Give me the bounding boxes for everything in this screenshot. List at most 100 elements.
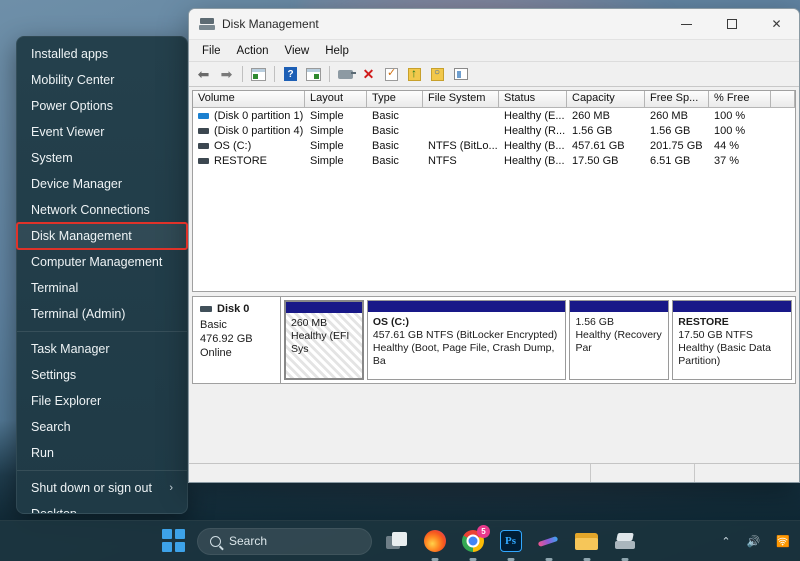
cell-layout: Simple <box>310 109 344 122</box>
cell-status: Healthy (R... <box>504 124 566 137</box>
cell-capacity: 260 MB <box>572 109 610 122</box>
winx-item-desktop[interactable]: Desktop <box>17 501 187 513</box>
menu-view[interactable]: View <box>277 43 318 59</box>
partition-block-restore[interactable]: RESTORE 17.50 GB NTFS Healthy (Basic Dat… <box>672 300 792 380</box>
up-one-level-button[interactable] <box>248 64 269 85</box>
winx-label: Shut down or sign out <box>31 481 152 495</box>
winx-item-search[interactable]: Search <box>17 414 187 440</box>
forward-button[interactable]: ➡ <box>216 64 237 85</box>
menu-action[interactable]: Action <box>229 43 277 59</box>
partition-block-os-c[interactable]: OS (C:) 457.61 GB NTFS (BitLocker Encryp… <box>366 300 567 380</box>
network-icon[interactable]: 🛜 <box>776 535 790 548</box>
winx-item-event-viewer[interactable]: Event Viewer <box>17 119 187 145</box>
taskbar-app-photoshop[interactable]: Ps <box>497 528 524 561</box>
volume-icon <box>198 127 209 134</box>
volume-icon <box>198 157 209 164</box>
properties-button[interactable] <box>381 64 402 85</box>
partition-color-bar <box>570 301 669 312</box>
chevron-right-icon: › <box>169 482 173 494</box>
partition-status: Healthy (Recovery Par <box>575 329 662 354</box>
winx-item-disk-management[interactable]: Disk Management <box>17 223 187 249</box>
close-button[interactable]: ✕ <box>754 9 799 40</box>
partition-status: Healthy (Boot, Page File, Crash Dump, Ba <box>372 342 555 367</box>
cell-capacity: 457.61 GB <box>572 139 625 152</box>
help-button[interactable]: ? <box>280 64 301 85</box>
column-header-capacity[interactable]: Capacity <box>567 91 645 108</box>
taskbar-app-chrome[interactable]: 5 <box>459 524 490 561</box>
taskbar-app-disk-management[interactable] <box>611 528 638 561</box>
show-details-button[interactable] <box>450 64 471 85</box>
winx-item-terminal[interactable]: Terminal <box>17 275 187 301</box>
winx-item-network-connections[interactable]: Network Connections <box>17 197 187 223</box>
properties-check-icon <box>385 66 398 81</box>
minimize-button[interactable] <box>664 9 709 40</box>
taskbar-search[interactable]: Search <box>197 527 372 555</box>
task-view-button[interactable] <box>383 528 410 555</box>
column-header-status[interactable]: Status <box>499 91 567 108</box>
column-header-volume[interactable]: Volume <box>193 91 305 108</box>
maximize-icon <box>726 19 737 29</box>
running-indicator <box>507 558 514 561</box>
disk-icon <box>200 306 212 313</box>
disk-status: Online <box>200 347 232 359</box>
winx-item-shut-down-or-sign-out[interactable]: Shut down or sign out › <box>17 475 187 501</box>
rescan-disks-button[interactable] <box>404 64 425 85</box>
search-icon <box>210 535 221 547</box>
show-hidden-icons-chevron[interactable]: ⌃ <box>721 535 730 548</box>
winx-item-task-manager[interactable]: Task Manager <box>17 336 187 362</box>
menu-file[interactable]: File <box>194 43 229 59</box>
winx-item-terminal-admin[interactable]: Terminal (Admin) <box>17 301 187 327</box>
start-button[interactable] <box>162 529 186 553</box>
table-row[interactable]: RESTORE Simple Basic NTFS Healthy (B... … <box>193 153 795 168</box>
cell-percent-free: 44 % <box>714 139 740 152</box>
maximize-button[interactable] <box>709 9 754 40</box>
winx-label: Run <box>31 446 54 460</box>
volume-icon <box>198 142 209 149</box>
table-row[interactable]: (Disk 0 partition 1) Simple Basic Health… <box>193 108 795 123</box>
partition-body: 1.56 GB Healthy (Recovery Par <box>570 312 668 359</box>
partition-block-efi[interactable]: 260 MB Healthy (EFI Sys <box>284 300 364 380</box>
winx-item-device-manager[interactable]: Device Manager <box>17 171 187 197</box>
disk-info-panel[interactable]: Disk 0 Basic 476.92 GB Online <box>193 297 281 383</box>
table-row[interactable]: (Disk 0 partition 4) Simple Basic Health… <box>193 123 795 138</box>
disk-view-empty-space <box>189 384 799 466</box>
column-header-type[interactable]: Type <box>367 91 423 108</box>
winx-item-installed-apps[interactable]: Installed apps <box>17 41 187 67</box>
file-explorer-icon <box>575 532 598 550</box>
winx-item-file-explorer[interactable]: File Explorer <box>17 388 187 414</box>
partition-block-recovery[interactable]: 1.56 GB Healthy (Recovery Par <box>569 300 670 380</box>
forward-icon: ➡ <box>220 66 233 82</box>
magnifier-icon <box>431 67 444 81</box>
winx-item-run[interactable]: Run <box>17 440 187 466</box>
status-bar <box>189 463 799 482</box>
show-details-icon <box>453 68 468 80</box>
table-row[interactable]: OS (C:) Simple Basic NTFS (BitLo... Heal… <box>193 138 795 153</box>
winx-item-system[interactable]: System <box>17 145 187 171</box>
window-controls: ✕ <box>664 9 799 40</box>
search-button[interactable] <box>427 64 448 85</box>
column-header-percent-free[interactable]: % Free <box>709 91 771 108</box>
winx-item-mobility-center[interactable]: Mobility Center <box>17 67 187 93</box>
winx-label: System <box>31 151 73 165</box>
column-header-free-space[interactable]: Free Sp... <box>645 91 709 108</box>
winx-item-computer-management[interactable]: Computer Management <box>17 249 187 275</box>
cell-type: Basic <box>372 124 399 137</box>
disk-button[interactable] <box>335 64 356 85</box>
column-header-layout[interactable]: Layout <box>305 91 367 108</box>
taskbar-app-file-explorer[interactable] <box>573 528 600 561</box>
winx-item-settings[interactable]: Settings <box>17 362 187 388</box>
volume-icon <box>198 112 209 119</box>
column-header-file-system[interactable]: File System <box>423 91 499 108</box>
volume-icon[interactable]: 🔊 <box>747 535 761 548</box>
show-hide-tree-button[interactable] <box>303 64 324 85</box>
winx-item-power-options[interactable]: Power Options <box>17 93 187 119</box>
taskbar-app-creative[interactable] <box>535 528 562 561</box>
running-indicator <box>469 558 476 561</box>
partition-body: OS (C:) 457.61 GB NTFS (BitLocker Encryp… <box>368 312 566 372</box>
taskbar-app-firefox[interactable] <box>421 528 448 561</box>
menu-help[interactable]: Help <box>317 43 357 59</box>
cell-volume-text: OS (C:) <box>214 139 252 152</box>
back-button[interactable]: ⬅ <box>193 64 214 85</box>
delete-button[interactable]: ✕ <box>358 64 379 85</box>
status-panel-2 <box>591 464 695 482</box>
